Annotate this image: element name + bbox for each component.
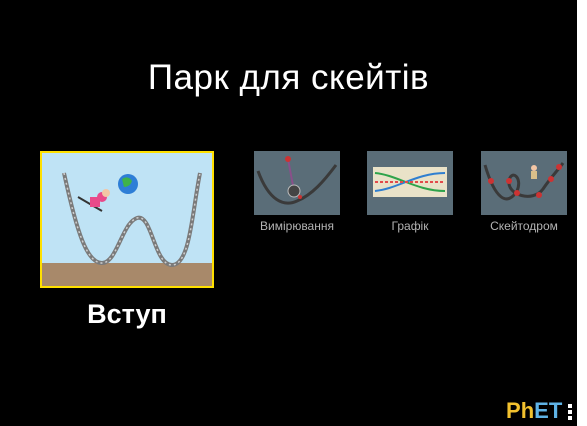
screen-label-graph: Графік — [391, 219, 429, 233]
menu-icon[interactable] — [568, 404, 574, 422]
phet-logo[interactable]: PhET — [506, 400, 562, 422]
home-screen: Парк для скейтів Вступ Вимірювання Графі… — [0, 0, 577, 426]
graph-thumbnail — [367, 151, 453, 215]
skater-icon — [531, 165, 537, 179]
window-edge — [577, 0, 587, 426]
playground-thumbnail — [481, 151, 567, 215]
screen-label-playground: Скейтодром — [490, 219, 558, 233]
screen-button-measure[interactable]: Вимірювання — [254, 151, 340, 237]
screen-button-graph[interactable]: Графік — [367, 151, 453, 237]
screen-button-intro[interactable]: Вступ — [40, 151, 214, 341]
screen-label-measure: Вимірювання — [260, 219, 334, 233]
sim-title: Парк для скейтів — [147, 58, 430, 97]
measure-thumbnail — [254, 151, 340, 215]
intro-thumbnail — [40, 151, 214, 288]
screen-label-intro: Вступ — [87, 299, 167, 329]
screen-button-playground[interactable]: Скейтодром — [481, 151, 567, 237]
earth-globe-icon — [118, 174, 138, 194]
